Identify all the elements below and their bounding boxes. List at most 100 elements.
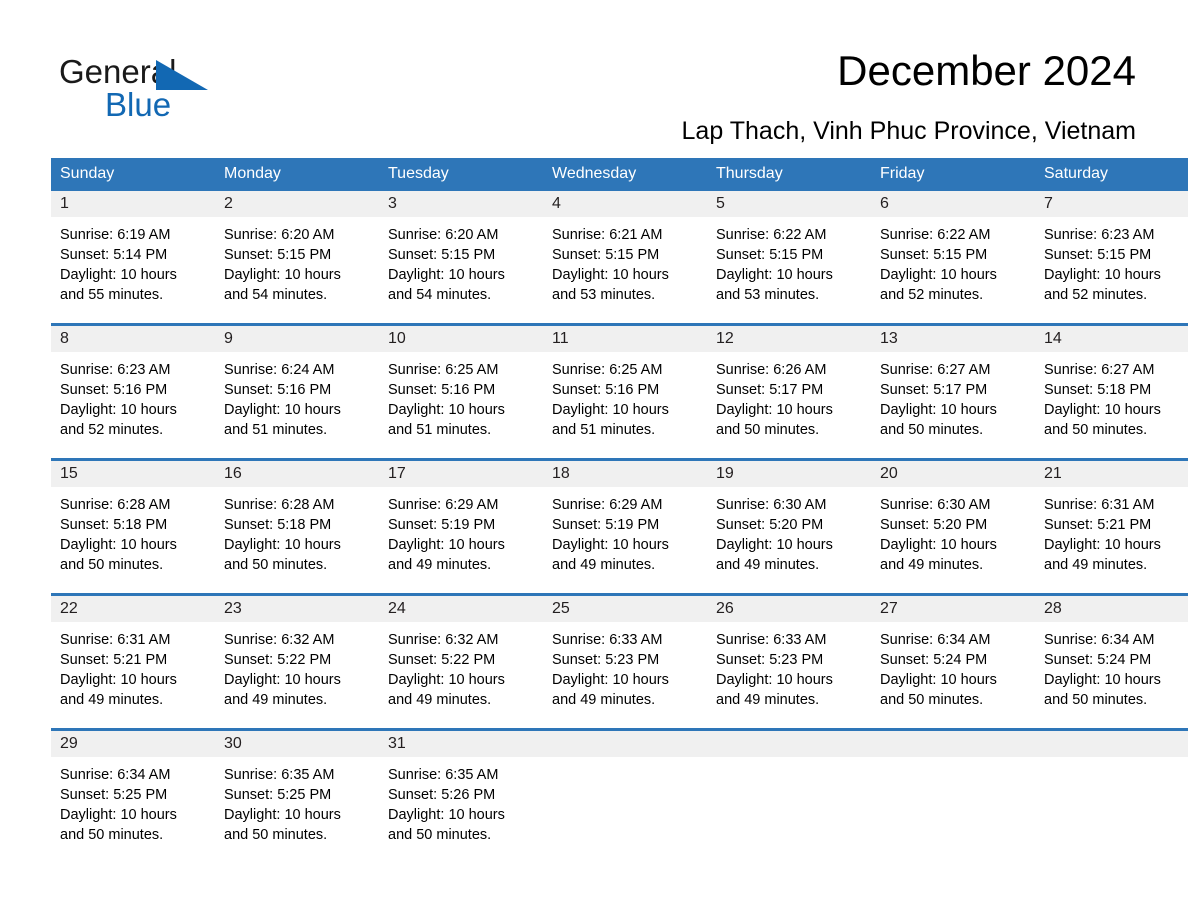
calendar-day-cell[interactable]: 24 Sunrise: 6:32 AM Sunset: 5:22 PM Dayligh… [379, 593, 543, 730]
sunrise-text: Sunrise: 6:19 AM [60, 227, 171, 243]
calendar-day-cell[interactable]: 25 Sunrise: 6:33 AM Sunset: 5:23 PM Dayligh… [543, 593, 707, 730]
calendar-week-row: 8 Sunrise: 6:23 AM Sunset: 5:16 PM Daylight… [51, 323, 1188, 460]
day-detail: Sunrise: 6:35 AM Sunset: 5:26 PM Daylight:… [379, 757, 543, 863]
daylight-text: Daylight: 10 hours and 49 minutes. [388, 537, 505, 573]
calendar-day-cell[interactable]: 15 Sunrise: 6:28 AM Sunset: 5:18 PM Dayligh… [51, 458, 215, 595]
sunrise-text: Sunrise: 6:29 AM [388, 497, 499, 513]
calendar-day-cell[interactable]: 3 Sunrise: 6:20 AM Sunset: 5:15 PM Daylight… [379, 191, 543, 325]
daylight-text: Daylight: 10 hours and 54 minutes. [224, 267, 341, 303]
calendar-day-cell[interactable]: 20 Sunrise: 6:30 AM Sunset: 5:20 PM Dayligh… [871, 458, 1035, 595]
day-detail: Sunrise: 6:34 AM Sunset: 5:24 PM Daylight:… [1035, 622, 1188, 728]
daylight-text: Daylight: 10 hours and 50 minutes. [224, 807, 341, 843]
day-number: 20 [871, 461, 1035, 487]
calendar-day-cell[interactable]: 28 Sunrise: 6:34 AM Sunset: 5:24 PM Dayligh… [1035, 593, 1188, 730]
day-number: 14 [1035, 326, 1188, 352]
sunrise-text: Sunrise: 6:22 AM [716, 227, 827, 243]
calendar-day-cell-empty [543, 728, 707, 863]
sunset-text: Sunset: 5:15 PM [552, 247, 660, 263]
sunset-text: Sunset: 5:25 PM [60, 787, 168, 803]
calendar-day-cell-empty [707, 728, 871, 863]
day-number: 9 [215, 326, 379, 352]
calendar-day-cell[interactable]: 21 Sunrise: 6:31 AM Sunset: 5:21 PM Dayligh… [1035, 458, 1188, 595]
calendar-day-cell[interactable]: 12 Sunrise: 6:26 AM Sunset: 5:17 PM Dayligh… [707, 323, 871, 460]
sunset-text: Sunset: 5:21 PM [1044, 517, 1152, 533]
calendar-day-cell[interactable]: 9 Sunrise: 6:24 AM Sunset: 5:16 PM Daylight… [215, 323, 379, 460]
calendar-day-cell[interactable]: 6 Sunrise: 6:22 AM Sunset: 5:15 PM Daylight… [871, 191, 1035, 325]
sunrise-text: Sunrise: 6:35 AM [224, 767, 335, 783]
sunset-text: Sunset: 5:16 PM [388, 382, 496, 398]
sunset-text: Sunset: 5:15 PM [716, 247, 824, 263]
calendar-day-cell[interactable]: 8 Sunrise: 6:23 AM Sunset: 5:16 PM Daylight… [51, 323, 215, 460]
calendar-day-cell[interactable]: 14 Sunrise: 6:27 AM Sunset: 5:18 PM Dayligh… [1035, 323, 1188, 460]
daylight-text: Daylight: 10 hours and 49 minutes. [880, 537, 997, 573]
calendar-day-cell[interactable]: 5 Sunrise: 6:22 AM Sunset: 5:15 PM Daylight… [707, 191, 871, 325]
daylight-text: Daylight: 10 hours and 50 minutes. [880, 672, 997, 708]
day-number: 18 [543, 461, 707, 487]
calendar-day-cell[interactable]: 30 Sunrise: 6:35 AM Sunset: 5:25 PM Dayligh… [215, 728, 379, 863]
day-detail: Sunrise: 6:22 AM Sunset: 5:15 PM Daylight:… [871, 217, 1035, 323]
day-detail [707, 757, 871, 843]
calendar-day-cell[interactable]: 27 Sunrise: 6:34 AM Sunset: 5:24 PM Dayligh… [871, 593, 1035, 730]
sunrise-text: Sunrise: 6:23 AM [1044, 227, 1155, 243]
sunset-text: Sunset: 5:24 PM [880, 652, 988, 668]
day-detail: Sunrise: 6:35 AM Sunset: 5:25 PM Daylight:… [215, 757, 379, 863]
calendar-week-row: 15 Sunrise: 6:28 AM Sunset: 5:18 PM Dayligh… [51, 458, 1188, 595]
calendar-day-cell[interactable]: 2 Sunrise: 6:20 AM Sunset: 5:15 PM Daylight… [215, 191, 379, 325]
day-number: 25 [543, 596, 707, 622]
day-number: 4 [543, 191, 707, 217]
day-number [543, 731, 707, 757]
calendar-day-cell[interactable]: 29 Sunrise: 6:34 AM Sunset: 5:25 PM Dayligh… [51, 728, 215, 863]
sunset-text: Sunset: 5:16 PM [552, 382, 660, 398]
weekday-header-thursday: Thursday [707, 158, 871, 191]
calendar-day-cell[interactable]: 13 Sunrise: 6:27 AM Sunset: 5:17 PM Dayligh… [871, 323, 1035, 460]
logo-text-blue: Blue [105, 86, 172, 123]
day-number: 22 [51, 596, 215, 622]
weekday-header-wednesday: Wednesday [543, 158, 707, 191]
calendar-day-cell[interactable]: 11 Sunrise: 6:25 AM Sunset: 5:16 PM Dayligh… [543, 323, 707, 460]
sunset-text: Sunset: 5:18 PM [224, 517, 332, 533]
day-number [871, 731, 1035, 757]
sunrise-text: Sunrise: 6:27 AM [880, 362, 991, 378]
calendar-day-cell[interactable]: 31 Sunrise: 6:35 AM Sunset: 5:26 PM Dayligh… [379, 728, 543, 863]
daylight-text: Daylight: 10 hours and 50 minutes. [716, 402, 833, 438]
daylight-text: Daylight: 10 hours and 54 minutes. [388, 267, 505, 303]
sunset-text: Sunset: 5:18 PM [60, 517, 168, 533]
calendar-day-cell[interactable]: 26 Sunrise: 6:33 AM Sunset: 5:23 PM Dayligh… [707, 593, 871, 730]
calendar-day-cell[interactable]: 1 Sunrise: 6:19 AM Sunset: 5:14 PM Daylight… [51, 191, 215, 325]
day-number: 5 [707, 191, 871, 217]
day-number: 12 [707, 326, 871, 352]
calendar-day-cell[interactable]: 4 Sunrise: 6:21 AM Sunset: 5:15 PM Daylight… [543, 191, 707, 325]
day-number: 29 [51, 731, 215, 757]
sunrise-text: Sunrise: 6:32 AM [388, 632, 499, 648]
calendar-day-cell[interactable]: 7 Sunrise: 6:23 AM Sunset: 5:15 PM Daylight… [1035, 191, 1188, 325]
sunrise-text: Sunrise: 6:31 AM [60, 632, 171, 648]
day-detail: Sunrise: 6:32 AM Sunset: 5:22 PM Daylight:… [379, 622, 543, 728]
day-detail: Sunrise: 6:25 AM Sunset: 5:16 PM Daylight:… [543, 352, 707, 458]
sunrise-text: Sunrise: 6:25 AM [388, 362, 499, 378]
page-title: December 2024 [837, 47, 1136, 94]
calendar-body: 1 Sunrise: 6:19 AM Sunset: 5:14 PM Daylight… [51, 191, 1188, 863]
calendar-day-cell[interactable]: 16 Sunrise: 6:28 AM Sunset: 5:18 PM Dayligh… [215, 458, 379, 595]
calendar-day-cell[interactable]: 22 Sunrise: 6:31 AM Sunset: 5:21 PM Dayligh… [51, 593, 215, 730]
calendar-day-cell-empty [1035, 728, 1188, 863]
sunset-text: Sunset: 5:26 PM [388, 787, 496, 803]
day-detail: Sunrise: 6:21 AM Sunset: 5:15 PM Daylight:… [543, 217, 707, 323]
sunset-text: Sunset: 5:16 PM [224, 382, 332, 398]
day-number: 13 [871, 326, 1035, 352]
calendar-day-cell[interactable]: 10 Sunrise: 6:25 AM Sunset: 5:16 PM Dayligh… [379, 323, 543, 460]
sunrise-text: Sunrise: 6:25 AM [552, 362, 663, 378]
daylight-text: Daylight: 10 hours and 52 minutes. [1044, 267, 1161, 303]
sunset-text: Sunset: 5:20 PM [716, 517, 824, 533]
sunset-text: Sunset: 5:15 PM [880, 247, 988, 263]
calendar-day-cell[interactable]: 17 Sunrise: 6:29 AM Sunset: 5:19 PM Dayligh… [379, 458, 543, 595]
calendar-day-cell[interactable]: 19 Sunrise: 6:30 AM Sunset: 5:20 PM Dayligh… [707, 458, 871, 595]
daylight-text: Daylight: 10 hours and 55 minutes. [60, 267, 177, 303]
day-number: 19 [707, 461, 871, 487]
sunrise-text: Sunrise: 6:34 AM [1044, 632, 1155, 648]
calendar-day-cell[interactable]: 23 Sunrise: 6:32 AM Sunset: 5:22 PM Dayligh… [215, 593, 379, 730]
sunset-text: Sunset: 5:23 PM [716, 652, 824, 668]
day-detail: Sunrise: 6:29 AM Sunset: 5:19 PM Daylight:… [379, 487, 543, 593]
daylight-text: Daylight: 10 hours and 49 minutes. [552, 537, 669, 573]
daylight-text: Daylight: 10 hours and 50 minutes. [1044, 672, 1161, 708]
calendar-day-cell[interactable]: 18 Sunrise: 6:29 AM Sunset: 5:19 PM Dayligh… [543, 458, 707, 595]
